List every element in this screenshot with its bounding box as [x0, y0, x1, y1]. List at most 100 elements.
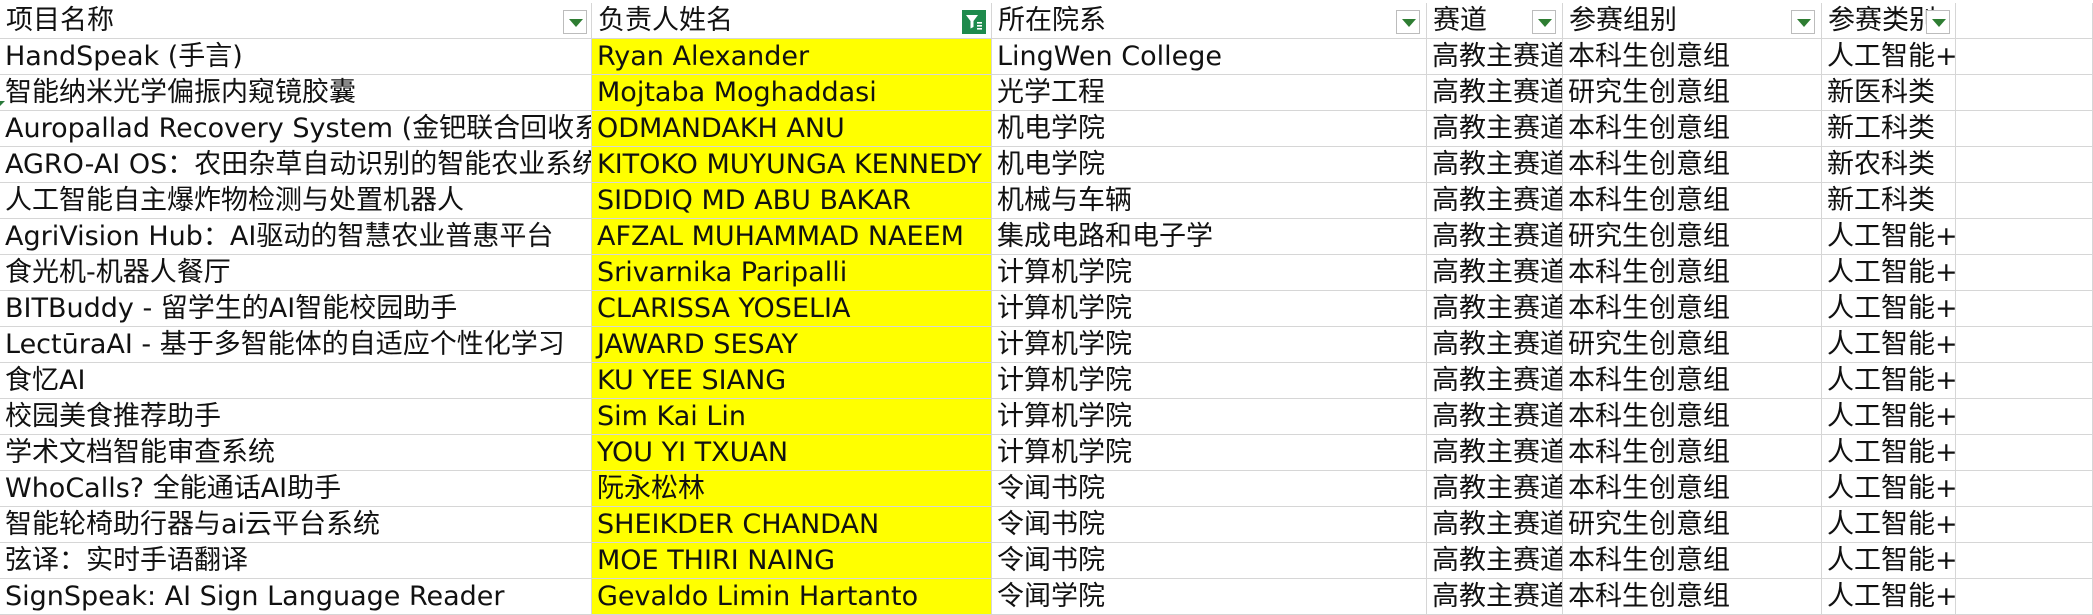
cell-lead-name[interactable]: AFZAL MUHAMMAD NAEEM	[592, 219, 992, 255]
filter-dropdown-icon[interactable]	[1926, 10, 1950, 34]
cell-lead-name[interactable]: JAWARD SESAY	[592, 327, 992, 363]
cell-project-name[interactable]: BITBuddy - 留学生的AI智能校园助手	[0, 291, 592, 327]
cell-track[interactable]: 高教主赛道	[1427, 363, 1563, 399]
cell-category[interactable]: 人工智能+	[1822, 579, 1956, 615]
cell-group[interactable]: 研究生创意组	[1563, 327, 1822, 363]
cell-track[interactable]: 高教主赛道	[1427, 39, 1563, 75]
filter-dropdown-icon[interactable]	[1396, 10, 1420, 34]
cell-group[interactable]: 研究生创意组	[1563, 219, 1822, 255]
cell-lead-name[interactable]: Ryan Alexander	[592, 39, 992, 75]
cell-project-name[interactable]: 学术文档智能审查系统	[0, 435, 592, 471]
cell-group[interactable]: 本科生创意组	[1563, 291, 1822, 327]
cell-category[interactable]: 人工智能+	[1822, 435, 1956, 471]
cell-group[interactable]: 本科生创意组	[1563, 399, 1822, 435]
cell-project-name[interactable]: SignSpeak: AI Sign Language Reader	[0, 579, 592, 615]
cell-lead-name[interactable]: Sim Kai Lin	[592, 399, 992, 435]
cell-department[interactable]: LingWen College	[992, 39, 1427, 75]
cell-category[interactable]: 新农科类	[1822, 147, 1956, 183]
cell-track[interactable]: 高教主赛道	[1427, 75, 1563, 111]
cell-project-name[interactable]: LectūraAI - 基于多智能体的自适应个性化学习	[0, 327, 592, 363]
cell-department[interactable]: 计算机学院	[992, 327, 1427, 363]
cell-department[interactable]: 计算机学院	[992, 363, 1427, 399]
cell-group[interactable]: 本科生创意组	[1563, 579, 1822, 615]
cell-track[interactable]: 高教主赛道	[1427, 147, 1563, 183]
header-cell-empty[interactable]	[1956, 3, 2093, 39]
cell-lead-name[interactable]: Srivarnika Paripalli	[592, 255, 992, 291]
cell-empty[interactable]	[1956, 147, 2093, 183]
cell-track[interactable]: 高教主赛道	[1427, 471, 1563, 507]
cell-category[interactable]: 新医科类	[1822, 75, 1956, 111]
cell-lead-name[interactable]: KU YEE SIANG	[592, 363, 992, 399]
cell-project-name[interactable]: 人工智能自主爆炸物检测与处置机器人	[0, 183, 592, 219]
cell-empty[interactable]	[1956, 39, 2093, 75]
cell-department[interactable]: 集成电路和电子学	[992, 219, 1427, 255]
cell-empty[interactable]	[1956, 255, 2093, 291]
cell-empty[interactable]	[1956, 471, 2093, 507]
cell-group[interactable]: 研究生创意组	[1563, 75, 1822, 111]
header-cell-project-name[interactable]: 项目名称	[0, 3, 592, 39]
cell-department[interactable]: 计算机学院	[992, 435, 1427, 471]
cell-group[interactable]: 本科生创意组	[1563, 147, 1822, 183]
cell-lead-name[interactable]: SHEIKDER CHANDAN	[592, 507, 992, 543]
cell-project-name[interactable]: 食忆AI	[0, 363, 592, 399]
cell-track[interactable]: 高教主赛道	[1427, 543, 1563, 579]
cell-project-name[interactable]: WhoCalls? 全能通话AI助手	[0, 471, 592, 507]
cell-empty[interactable]	[1956, 579, 2093, 615]
cell-department[interactable]: 计算机学院	[992, 399, 1427, 435]
cell-empty[interactable]	[1956, 111, 2093, 147]
cell-empty[interactable]	[1956, 75, 2093, 111]
cell-group[interactable]: 研究生创意组	[1563, 507, 1822, 543]
cell-empty[interactable]	[1956, 291, 2093, 327]
cell-department[interactable]: 令闻学院	[992, 579, 1427, 615]
cell-group[interactable]: 本科生创意组	[1563, 183, 1822, 219]
cell-project-name[interactable]: 弦译：实时手语翻译	[0, 543, 592, 579]
cell-lead-name[interactable]: CLARISSA YOSELIA	[592, 291, 992, 327]
cell-department[interactable]: 令闻书院	[992, 543, 1427, 579]
cell-lead-name[interactable]: MOE THIRI NAING	[592, 543, 992, 579]
cell-project-name[interactable]: AgriVision Hub：AI驱动的智慧农业普惠平台	[0, 219, 592, 255]
cell-empty[interactable]	[1956, 543, 2093, 579]
cell-project-name[interactable]: 智能轮椅助行器与ai云平台系统	[0, 507, 592, 543]
filter-dropdown-icon[interactable]	[563, 10, 587, 34]
cell-category[interactable]: 人工智能+	[1822, 363, 1956, 399]
cell-project-name[interactable]: Auropallad Recovery System (金钯联合回收系统)	[0, 111, 592, 147]
cell-group[interactable]: 本科生创意组	[1563, 435, 1822, 471]
cell-project-name[interactable]: AGRO-AI OS：农田杂草自动识别的智能农业系统	[0, 147, 592, 183]
cell-category[interactable]: 人工智能+	[1822, 291, 1956, 327]
filter-dropdown-icon[interactable]	[1791, 10, 1815, 34]
cell-group[interactable]: 本科生创意组	[1563, 111, 1822, 147]
cell-category[interactable]: 人工智能+	[1822, 399, 1956, 435]
cell-track[interactable]: 高教主赛道	[1427, 255, 1563, 291]
cell-category[interactable]: 人工智能+	[1822, 39, 1956, 75]
cell-lead-name[interactable]: Mojtaba Moghaddasi	[592, 75, 992, 111]
filter-active-icon[interactable]	[962, 10, 986, 34]
cell-lead-name[interactable]: ODMANDAKH ANU	[592, 111, 992, 147]
cell-department[interactable]: 令闻书院	[992, 507, 1427, 543]
cell-lead-name[interactable]: SIDDIQ MD ABU BAKAR	[592, 183, 992, 219]
cell-empty[interactable]	[1956, 219, 2093, 255]
cell-track[interactable]: 高教主赛道	[1427, 507, 1563, 543]
cell-project-name[interactable]: 食光机-机器人餐厅	[0, 255, 592, 291]
cell-category[interactable]: 人工智能+	[1822, 543, 1956, 579]
header-cell-track[interactable]: 赛道	[1427, 3, 1563, 39]
cell-track[interactable]: 高教主赛道	[1427, 435, 1563, 471]
cell-category[interactable]: 人工智能+	[1822, 507, 1956, 543]
cell-empty[interactable]	[1956, 363, 2093, 399]
cell-track[interactable]: 高教主赛道	[1427, 219, 1563, 255]
cell-track[interactable]: 高教主赛道	[1427, 291, 1563, 327]
cell-track[interactable]: 高教主赛道	[1427, 327, 1563, 363]
header-cell-category[interactable]: 参赛类别	[1822, 3, 1956, 39]
cell-track[interactable]: 高教主赛道	[1427, 399, 1563, 435]
cell-project-name[interactable]: 智能纳米光学偏振内窥镜胶囊	[0, 75, 592, 111]
cell-category[interactable]: 人工智能+	[1822, 327, 1956, 363]
cell-category[interactable]: 人工智能+	[1822, 219, 1956, 255]
cell-group[interactable]: 本科生创意组	[1563, 543, 1822, 579]
cell-group[interactable]: 本科生创意组	[1563, 255, 1822, 291]
cell-department[interactable]: 机械与车辆	[992, 183, 1427, 219]
cell-category[interactable]: 人工智能+	[1822, 255, 1956, 291]
cell-track[interactable]: 高教主赛道	[1427, 111, 1563, 147]
cell-category[interactable]: 人工智能+	[1822, 471, 1956, 507]
cell-track[interactable]: 高教主赛道	[1427, 579, 1563, 615]
header-cell-department[interactable]: 所在院系	[992, 3, 1427, 39]
cell-empty[interactable]	[1956, 327, 2093, 363]
